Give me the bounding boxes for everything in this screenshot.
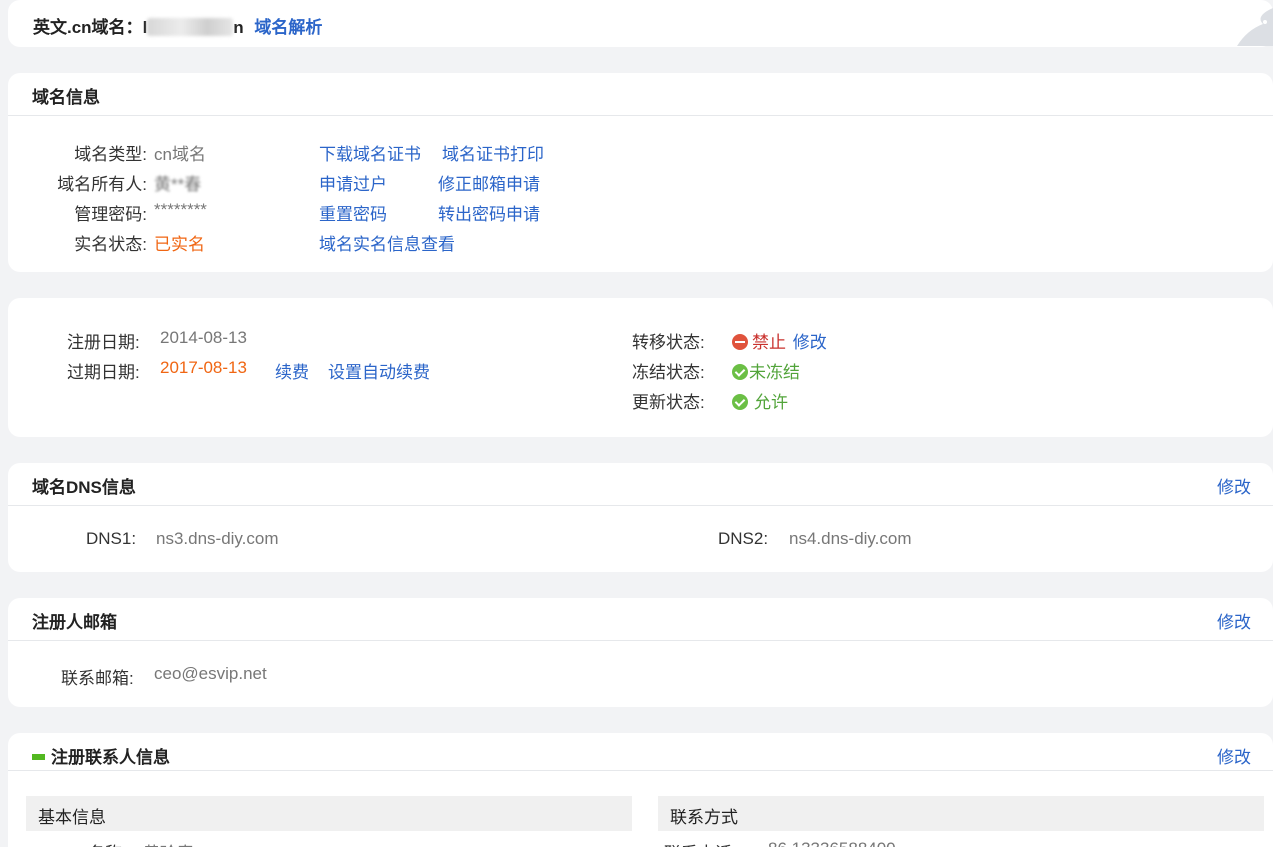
domain-header-prefix: 英文.cn域名： [33,18,143,37]
contact-email-label: 联系邮箱: [61,669,134,688]
basic-info-header: 基本信息 [26,796,632,831]
email-header: 注册人邮箱 修改 [8,598,1273,641]
bird-logo-icon [1237,8,1273,46]
contact-header: 注册联系人信息 修改 [8,733,1273,771]
domain-header: 英文.cn域名：l n 域名解析 [33,13,322,38]
contact-title-text: 注册联系人信息 [51,748,170,767]
freeze-status-value: 未冻结 [749,363,800,382]
contact-name-label: 名称 [88,839,122,847]
transfer-status-label: 转移状态: [632,333,705,352]
realname-status-value: 已实名 [154,235,205,254]
domain-owner-label: 域名所有人: [57,175,147,194]
transfer-status-edit[interactable]: 修改 [793,333,827,352]
contact-phone-value: 86.13336588400 [768,839,896,847]
realname-view-link[interactable]: 域名实名信息查看 [319,230,455,255]
domain-info-title: 域名信息 [32,88,100,107]
basic-info-title: 基本信息 [38,808,106,827]
dns-card: 域名DNS信息 修改 DNS1: ns3.dns-diy.com DNS2: n… [8,463,1273,572]
dns-header: 域名DNS信息 修改 [8,463,1273,506]
auto-renew-link[interactable]: 设置自动续费 [328,358,430,383]
admin-password-label: 管理密码: [74,205,147,224]
email-edit-link[interactable]: 修改 [1217,608,1251,633]
contact-method-title: 联系方式 [670,808,738,827]
dns-edit-link[interactable]: 修改 [1217,473,1251,498]
domain-name-end: n [233,18,244,37]
exp-date-value: 2017-08-13 [160,358,247,377]
contact-method-header: 联系方式 [658,796,1264,831]
domain-owner-value: 黄**春 [154,175,202,194]
dns-title: 域名DNS信息 [32,478,136,497]
contact-title[interactable]: 注册联系人信息 [32,743,170,768]
edit-email-link[interactable]: 修正邮箱申请 [438,170,540,195]
transfer-owner-link[interactable]: 申请过户 [319,170,387,195]
check-icon [732,364,748,380]
dates-status-card: 注册日期: 2014-08-13 过期日期: 2017-08-13 续费 设置自… [8,298,1273,437]
admin-password-value: ******** [154,200,207,219]
collapse-icon[interactable] [32,754,45,760]
update-status-label: 更新状态: [632,393,705,412]
dns2-label: DNS2: [718,529,769,548]
print-cert-link[interactable]: 域名证书打印 [442,140,544,165]
update-status-value: 允许 [754,393,788,412]
domain-info-header: 域名信息 [8,73,1273,116]
transfer-status-value: 禁止 [752,333,786,352]
update-status: 允许 [732,388,788,413]
freeze-status-label: 冻结状态: [632,363,705,382]
contact-phone-label: 联系电话 [664,839,732,847]
email-card: 注册人邮箱 修改 联系邮箱: ceo@esvip.net [8,598,1273,707]
download-cert-link[interactable]: 下载域名证书 [319,140,421,165]
contact-name-value: 黄玲春 [143,839,194,847]
domain-header-card: 英文.cn域名：l n 域名解析 [8,0,1273,47]
domain-type-label: 域名类型: [74,145,147,164]
dns-resolve-link[interactable]: 域名解析 [254,18,322,37]
transfer-password-link[interactable]: 转出密码申请 [438,200,540,225]
dns2-value: ns4.dns-diy.com [789,529,912,548]
domain-name-redacted [147,18,234,36]
email-title: 注册人邮箱 [32,613,117,632]
domain-type-value: cn域名 [154,145,206,164]
dns1-label: DNS1: [86,529,137,548]
dns1-value: ns3.dns-diy.com [156,529,279,548]
exp-date-label: 过期日期: [67,363,140,382]
domain-info-card: 域名信息 域名类型: cn域名 域名所有人: 黄**春 管理密码: ******… [8,73,1273,272]
forbid-icon [732,334,748,350]
realname-status-label: 实名状态: [74,235,147,254]
reg-date-value: 2014-08-13 [160,328,247,347]
contact-card: 注册联系人信息 修改 基本信息 联系方式 名称 黄玲春 联系电话 86.1333… [8,733,1273,847]
freeze-status: 未冻结 [732,358,800,383]
renew-link[interactable]: 续费 [275,358,309,383]
reset-password-link[interactable]: 重置密码 [319,200,387,225]
contact-edit-link[interactable]: 修改 [1217,743,1251,768]
check-icon [732,394,748,410]
reg-date-label: 注册日期: [67,333,140,352]
transfer-status: 禁止 修改 [732,328,827,353]
contact-email-value: ceo@esvip.net [154,664,267,683]
